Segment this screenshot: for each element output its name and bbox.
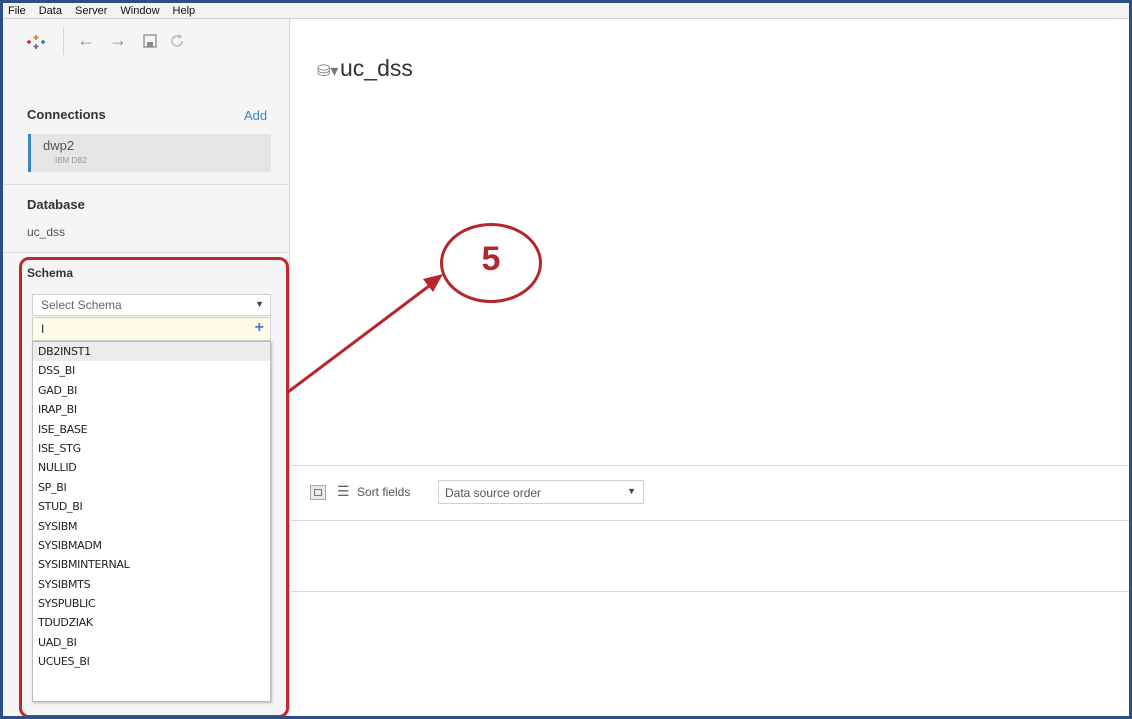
- schema-option[interactable]: STUD_BI: [33, 497, 270, 516]
- data-source-sidebar: ← → Connections Add dwp2 IBM DB2 Databas…: [3, 19, 290, 716]
- schema-option[interactable]: UAD_BI: [33, 633, 270, 652]
- schema-option[interactable]: SYSIBMTS: [33, 575, 270, 594]
- sort-fields-select[interactable]: Data source order ▼: [438, 480, 644, 504]
- schema-option[interactable]: GAD_BI: [33, 381, 270, 400]
- toolbar-separator: [63, 27, 64, 55]
- save-icon[interactable]: [143, 34, 157, 48]
- menu-file[interactable]: File: [8, 5, 26, 17]
- database-icon[interactable]: ⛁▾: [317, 61, 338, 81]
- schema-option[interactable]: NULLID: [33, 458, 270, 477]
- main-canvas: ⛁▾ uc_dss ☰ Sort fields Data source orde…: [291, 19, 1129, 716]
- schema-option[interactable]: SYSPUBLIC: [33, 594, 270, 613]
- list-view-icon[interactable]: ☰: [337, 483, 350, 500]
- step-callout: 5: [440, 223, 542, 303]
- divider: [3, 252, 290, 253]
- chevron-down-icon[interactable]: ▼: [627, 486, 636, 496]
- schema-search-input[interactable]: I +: [32, 317, 271, 341]
- schema-option[interactable]: IRAP_BI: [33, 400, 270, 419]
- schema-heading: Schema: [27, 266, 74, 280]
- schema-option[interactable]: SYSIBMADM: [33, 536, 270, 555]
- app-window: File Data Server Window Help ← → Connect…: [0, 0, 1132, 719]
- menu-help[interactable]: Help: [173, 5, 196, 17]
- schema-option[interactable]: SP_BI: [33, 478, 270, 497]
- back-arrow-icon[interactable]: ←: [77, 31, 95, 49]
- schema-option[interactable]: DB2INST1: [33, 342, 270, 362]
- forward-arrow-icon[interactable]: →: [109, 31, 127, 49]
- refresh-icon[interactable]: [169, 33, 185, 49]
- sort-fields-label: Sort fields: [357, 485, 411, 499]
- connection-type: IBM DB2: [55, 156, 88, 165]
- connection-item-dwp2[interactable]: dwp2 IBM DB2: [28, 134, 271, 172]
- plus-icon[interactable]: +: [255, 319, 264, 337]
- schema-option-list: DB2INST1 DSS_BI GAD_BI IRAP_BI ISE_BASE ISE_S…: [32, 341, 271, 702]
- grid-view-icon[interactable]: [310, 485, 326, 500]
- chevron-down-icon[interactable]: ▼: [255, 299, 264, 309]
- schema-option[interactable]: SYSIBMINTERNAL: [33, 555, 270, 574]
- step-number: 5: [481, 240, 501, 278]
- divider: [291, 520, 1129, 521]
- connection-name: dwp2: [43, 138, 75, 153]
- schema-option[interactable]: ISE_STG: [33, 439, 270, 458]
- schema-option[interactable]: SYSIBM: [33, 517, 270, 536]
- schema-option[interactable]: TDUDZIAK: [33, 613, 270, 632]
- tableau-logo-icon[interactable]: [27, 33, 45, 51]
- add-connection-link[interactable]: Add: [244, 108, 267, 123]
- schema-search-value: I: [41, 322, 45, 336]
- menu-window[interactable]: Window: [120, 5, 159, 17]
- menu-server[interactable]: Server: [75, 5, 107, 17]
- menu-data[interactable]: Data: [39, 5, 62, 17]
- database-value[interactable]: uc_dss: [27, 225, 65, 239]
- schema-select[interactable]: Select Schema ▼: [32, 294, 271, 316]
- schema-option[interactable]: UCUES_BI: [33, 652, 270, 671]
- divider: [291, 465, 1129, 466]
- sort-fields-value: Data source order: [445, 486, 542, 500]
- divider: [3, 184, 290, 185]
- schema-option[interactable]: ISE_BASE: [33, 420, 270, 439]
- connections-heading: Connections: [27, 107, 106, 122]
- schema-option[interactable]: DSS_BI: [33, 361, 270, 380]
- schema-select-placeholder: Select Schema: [41, 298, 122, 312]
- page-title[interactable]: uc_dss: [340, 55, 413, 82]
- database-heading: Database: [27, 197, 85, 212]
- menu-bar: File Data Server Window Help: [3, 3, 1129, 19]
- divider: [291, 591, 1129, 592]
- toolbar: ← →: [3, 19, 290, 65]
